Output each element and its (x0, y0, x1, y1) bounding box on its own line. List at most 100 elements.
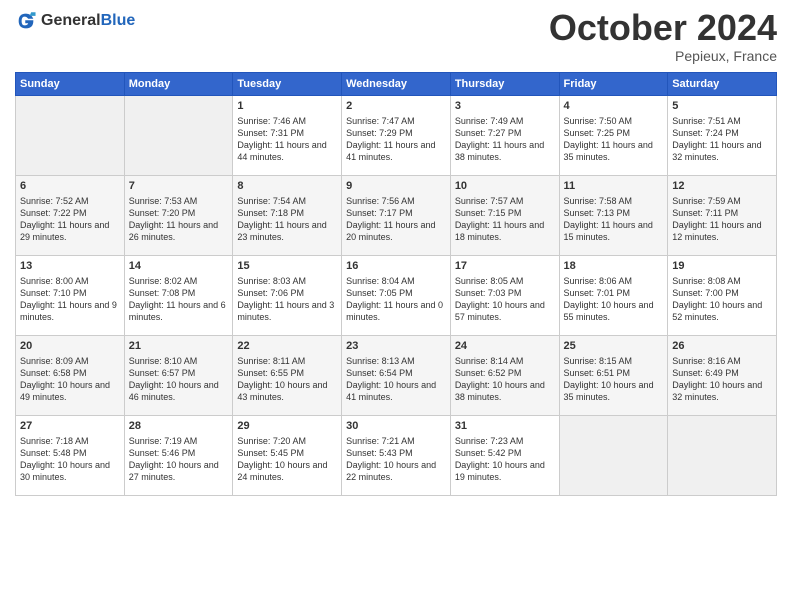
day-number: 22 (237, 339, 337, 354)
calendar-table: SundayMondayTuesdayWednesdayThursdayFrid… (15, 72, 777, 496)
calendar-cell: 18Sunrise: 8:06 AMSunset: 7:01 PMDayligh… (559, 256, 668, 336)
day-number: 4 (564, 99, 664, 114)
day-number: 16 (346, 259, 446, 274)
day-number: 18 (564, 259, 664, 274)
day-number: 1 (237, 99, 337, 114)
calendar-cell: 2Sunrise: 7:47 AMSunset: 7:29 PMDaylight… (342, 96, 451, 176)
calendar-cell: 3Sunrise: 7:49 AMSunset: 7:27 PMDaylight… (450, 96, 559, 176)
calendar-cell: 1Sunrise: 7:46 AMSunset: 7:31 PMDaylight… (233, 96, 342, 176)
day-info: Sunrise: 7:57 AMSunset: 7:15 PMDaylight:… (455, 195, 555, 244)
day-number: 2 (346, 99, 446, 114)
calendar-cell: 26Sunrise: 8:16 AMSunset: 6:49 PMDayligh… (668, 336, 777, 416)
day-header-sunday: Sunday (16, 73, 125, 96)
calendar-cell: 6Sunrise: 7:52 AMSunset: 7:22 PMDaylight… (16, 176, 125, 256)
day-number: 6 (20, 179, 120, 194)
calendar-cell: 5Sunrise: 7:51 AMSunset: 7:24 PMDaylight… (668, 96, 777, 176)
calendar-cell (668, 416, 777, 496)
week-row-1: 1Sunrise: 7:46 AMSunset: 7:31 PMDaylight… (16, 96, 777, 176)
day-header-monday: Monday (124, 73, 233, 96)
day-header-saturday: Saturday (668, 73, 777, 96)
calendar-cell: 9Sunrise: 7:56 AMSunset: 7:17 PMDaylight… (342, 176, 451, 256)
day-info: Sunrise: 7:59 AMSunset: 7:11 PMDaylight:… (672, 195, 772, 244)
day-info: Sunrise: 8:10 AMSunset: 6:57 PMDaylight:… (129, 355, 229, 404)
day-info: Sunrise: 8:00 AMSunset: 7:10 PMDaylight:… (20, 275, 120, 324)
month-title: October 2024 (549, 10, 777, 46)
day-info: Sunrise: 7:51 AMSunset: 7:24 PMDaylight:… (672, 115, 772, 164)
day-info: Sunrise: 8:02 AMSunset: 7:08 PMDaylight:… (129, 275, 229, 324)
day-number: 28 (129, 419, 229, 434)
day-info: Sunrise: 8:13 AMSunset: 6:54 PMDaylight:… (346, 355, 446, 404)
day-number: 5 (672, 99, 772, 114)
calendar-cell (16, 96, 125, 176)
calendar-cell: 17Sunrise: 8:05 AMSunset: 7:03 PMDayligh… (450, 256, 559, 336)
day-number: 21 (129, 339, 229, 354)
day-info: Sunrise: 7:52 AMSunset: 7:22 PMDaylight:… (20, 195, 120, 244)
day-info: Sunrise: 7:23 AMSunset: 5:42 PMDaylight:… (455, 435, 555, 484)
calendar-cell: 16Sunrise: 8:04 AMSunset: 7:05 PMDayligh… (342, 256, 451, 336)
calendar-cell: 19Sunrise: 8:08 AMSunset: 7:00 PMDayligh… (668, 256, 777, 336)
day-number: 17 (455, 259, 555, 274)
day-number: 23 (346, 339, 446, 354)
day-info: Sunrise: 8:11 AMSunset: 6:55 PMDaylight:… (237, 355, 337, 404)
day-info: Sunrise: 7:46 AMSunset: 7:31 PMDaylight:… (237, 115, 337, 164)
day-info: Sunrise: 7:18 AMSunset: 5:48 PMDaylight:… (20, 435, 120, 484)
calendar-cell: 23Sunrise: 8:13 AMSunset: 6:54 PMDayligh… (342, 336, 451, 416)
day-number: 26 (672, 339, 772, 354)
day-info: Sunrise: 8:04 AMSunset: 7:05 PMDaylight:… (346, 275, 446, 324)
day-info: Sunrise: 8:05 AMSunset: 7:03 PMDaylight:… (455, 275, 555, 324)
day-info: Sunrise: 7:47 AMSunset: 7:29 PMDaylight:… (346, 115, 446, 164)
day-number: 31 (455, 419, 555, 434)
day-number: 12 (672, 179, 772, 194)
calendar-cell: 22Sunrise: 8:11 AMSunset: 6:55 PMDayligh… (233, 336, 342, 416)
day-header-friday: Friday (559, 73, 668, 96)
page: General Blue October 2024 Pepieux, Franc… (0, 0, 792, 612)
day-number: 30 (346, 419, 446, 434)
week-row-5: 27Sunrise: 7:18 AMSunset: 5:48 PMDayligh… (16, 416, 777, 496)
day-info: Sunrise: 7:53 AMSunset: 7:20 PMDaylight:… (129, 195, 229, 244)
calendar-cell: 7Sunrise: 7:53 AMSunset: 7:20 PMDaylight… (124, 176, 233, 256)
day-number: 15 (237, 259, 337, 274)
day-number: 19 (672, 259, 772, 274)
calendar-cell: 4Sunrise: 7:50 AMSunset: 7:25 PMDaylight… (559, 96, 668, 176)
day-number: 29 (237, 419, 337, 434)
calendar-cell: 20Sunrise: 8:09 AMSunset: 6:58 PMDayligh… (16, 336, 125, 416)
day-info: Sunrise: 7:58 AMSunset: 7:13 PMDaylight:… (564, 195, 664, 244)
day-info: Sunrise: 7:20 AMSunset: 5:45 PMDaylight:… (237, 435, 337, 484)
day-number: 13 (20, 259, 120, 274)
day-info: Sunrise: 8:16 AMSunset: 6:49 PMDaylight:… (672, 355, 772, 404)
calendar-cell: 29Sunrise: 7:20 AMSunset: 5:45 PMDayligh… (233, 416, 342, 496)
calendar-cell: 8Sunrise: 7:54 AMSunset: 7:18 PMDaylight… (233, 176, 342, 256)
day-info: Sunrise: 8:14 AMSunset: 6:52 PMDaylight:… (455, 355, 555, 404)
day-header-tuesday: Tuesday (233, 73, 342, 96)
day-number: 11 (564, 179, 664, 194)
logo-general: General (41, 12, 101, 30)
logo-icon (15, 10, 37, 32)
day-info: Sunrise: 7:56 AMSunset: 7:17 PMDaylight:… (346, 195, 446, 244)
calendar-cell: 27Sunrise: 7:18 AMSunset: 5:48 PMDayligh… (16, 416, 125, 496)
day-info: Sunrise: 7:54 AMSunset: 7:18 PMDaylight:… (237, 195, 337, 244)
week-row-4: 20Sunrise: 8:09 AMSunset: 6:58 PMDayligh… (16, 336, 777, 416)
day-info: Sunrise: 7:49 AMSunset: 7:27 PMDaylight:… (455, 115, 555, 164)
calendar-cell: 21Sunrise: 8:10 AMSunset: 6:57 PMDayligh… (124, 336, 233, 416)
day-number: 25 (564, 339, 664, 354)
day-number: 10 (455, 179, 555, 194)
title-area: October 2024 Pepieux, France (549, 10, 777, 64)
day-number: 7 (129, 179, 229, 194)
day-header-thursday: Thursday (450, 73, 559, 96)
day-number: 24 (455, 339, 555, 354)
calendar-cell: 25Sunrise: 8:15 AMSunset: 6:51 PMDayligh… (559, 336, 668, 416)
day-info: Sunrise: 7:50 AMSunset: 7:25 PMDaylight:… (564, 115, 664, 164)
calendar-cell (124, 96, 233, 176)
day-info: Sunrise: 7:19 AMSunset: 5:46 PMDaylight:… (129, 435, 229, 484)
calendar-cell: 13Sunrise: 8:00 AMSunset: 7:10 PMDayligh… (16, 256, 125, 336)
day-info: Sunrise: 7:21 AMSunset: 5:43 PMDaylight:… (346, 435, 446, 484)
calendar-cell: 15Sunrise: 8:03 AMSunset: 7:06 PMDayligh… (233, 256, 342, 336)
day-info: Sunrise: 8:09 AMSunset: 6:58 PMDaylight:… (20, 355, 120, 404)
day-number: 20 (20, 339, 120, 354)
header-row: SundayMondayTuesdayWednesdayThursdayFrid… (16, 73, 777, 96)
day-number: 3 (455, 99, 555, 114)
calendar-cell: 31Sunrise: 7:23 AMSunset: 5:42 PMDayligh… (450, 416, 559, 496)
day-number: 8 (237, 179, 337, 194)
calendar-cell: 11Sunrise: 7:58 AMSunset: 7:13 PMDayligh… (559, 176, 668, 256)
logo-blue: Blue (101, 12, 136, 30)
